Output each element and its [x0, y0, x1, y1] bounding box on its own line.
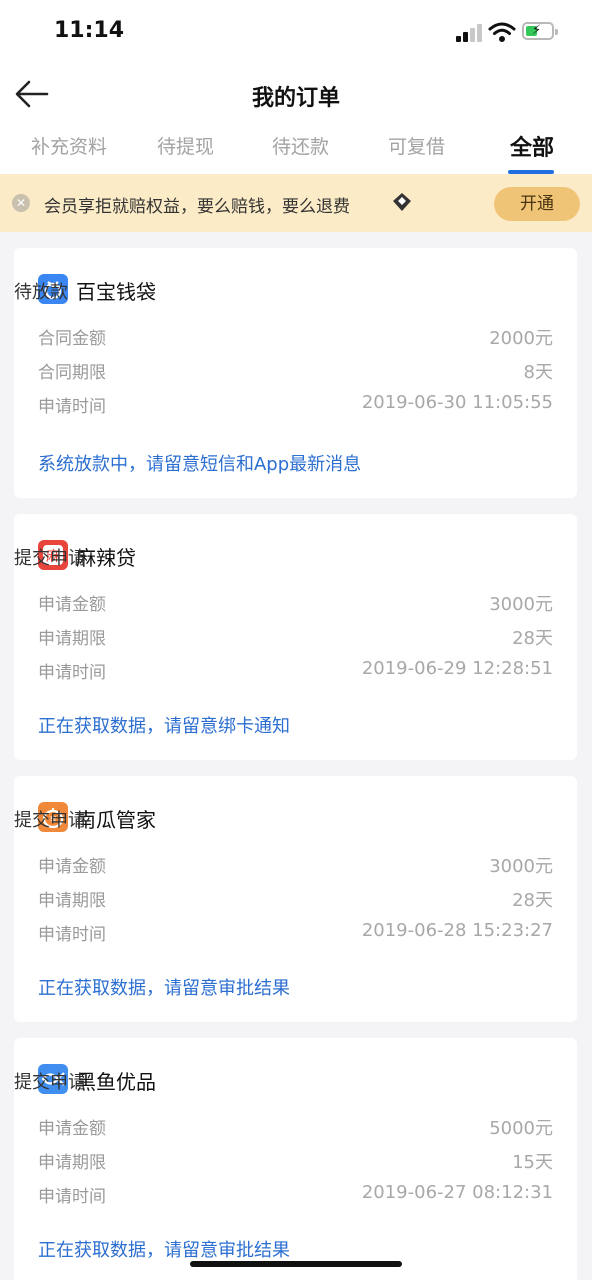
- order-status: 提交申请: [14, 548, 86, 569]
- row-value: 2019-06-28 15:23:27: [361, 920, 553, 941]
- status-bar: 11:14 ⚡: [0, 0, 592, 64]
- row-value: 8天: [523, 362, 553, 383]
- row-label: 申请期限: [38, 891, 106, 911]
- order-note[interactable]: 正在获取数据，请留意审批结果: [38, 974, 290, 1000]
- row-value: 2000元: [489, 328, 553, 349]
- row-value: 28天: [512, 628, 553, 649]
- status-time: 11:14: [54, 18, 125, 43]
- row-label: 申请期限: [38, 629, 106, 649]
- diamond-icon: [393, 193, 411, 211]
- row-label: 申请金额: [38, 595, 106, 615]
- cellular-signal-icon: [456, 24, 486, 42]
- row-label: 申请时间: [38, 663, 106, 683]
- close-icon[interactable]: ✕: [12, 194, 30, 212]
- order-note[interactable]: 系统放款中，请留意短信和App最新消息: [38, 450, 361, 476]
- tab-all[interactable]: 全部: [510, 130, 554, 162]
- row-label: 申请时间: [38, 925, 106, 945]
- row-value: 3000元: [489, 594, 553, 615]
- order-note[interactable]: 正在获取数据，请留意审批结果: [38, 1236, 290, 1262]
- row-value: 2019-06-30 11:05:55: [361, 392, 553, 413]
- order-status: 提交申请: [14, 810, 86, 831]
- row-label: 合同期限: [38, 363, 106, 383]
- tab-supplement-info[interactable]: 补充资料: [31, 132, 107, 159]
- row-label: 申请时间: [38, 397, 106, 417]
- open-membership-button[interactable]: 开通: [494, 187, 580, 221]
- order-card[interactable]: 黑鱼优品 提交申请 申请金额 5000元 申请期限 15天 申请时间 2019-06-…: [14, 1038, 577, 1280]
- row-value: 5000元: [489, 1118, 553, 1139]
- order-card[interactable]: 麻 麻辣贷 提交申请 申请金额 3000元 申请期限 28天 申请时间 2019-06…: [14, 514, 577, 760]
- row-value: 15天: [512, 1152, 553, 1173]
- nav-bar: 我的订单: [0, 64, 592, 124]
- order-status: 提交申请: [14, 1072, 86, 1093]
- row-label: 申请时间: [38, 1187, 106, 1207]
- row-value: 2019-06-27 08:12:31: [361, 1182, 553, 1203]
- membership-banner: ✕ 会员享拒就赔权益，要么赔钱，要么退费 开通: [0, 174, 592, 232]
- tab-pending-repay[interactable]: 待还款: [272, 132, 329, 159]
- row-value: 28天: [512, 890, 553, 911]
- order-card[interactable]: ¥ 南瓜管家 提交申请 申请金额 3000元 申请期限 28天 申请时间 2019-0…: [14, 776, 577, 1022]
- order-card[interactable]: 百宝钱袋 待放款 合同金额 2000元 合同期限 8天 申请时间 2019-06-30…: [14, 248, 577, 498]
- row-value: 2019-06-29 12:28:51: [361, 658, 553, 679]
- banner-text: 会员享拒就赔权益，要么赔钱，要么退费: [44, 197, 350, 217]
- tab-pending-withdraw[interactable]: 待提现: [157, 132, 214, 159]
- home-indicator[interactable]: [190, 1261, 402, 1267]
- page-title: 我的订单: [251, 86, 340, 111]
- order-status: 待放款: [14, 282, 68, 303]
- battery-icon: ⚡: [522, 22, 558, 40]
- order-note[interactable]: 正在获取数据，请留意绑卡通知: [38, 712, 290, 738]
- tab-reborrow[interactable]: 可复借: [388, 132, 445, 159]
- order-tabs: 补充资料 待提现 待还款 可复借 全部: [0, 124, 592, 174]
- row-label: 申请期限: [38, 1153, 106, 1173]
- row-label: 申请金额: [38, 857, 106, 877]
- row-label: 合同金额: [38, 329, 106, 349]
- row-label: 申请金额: [38, 1119, 106, 1139]
- wifi-icon: [488, 22, 516, 42]
- row-value: 3000元: [489, 856, 553, 877]
